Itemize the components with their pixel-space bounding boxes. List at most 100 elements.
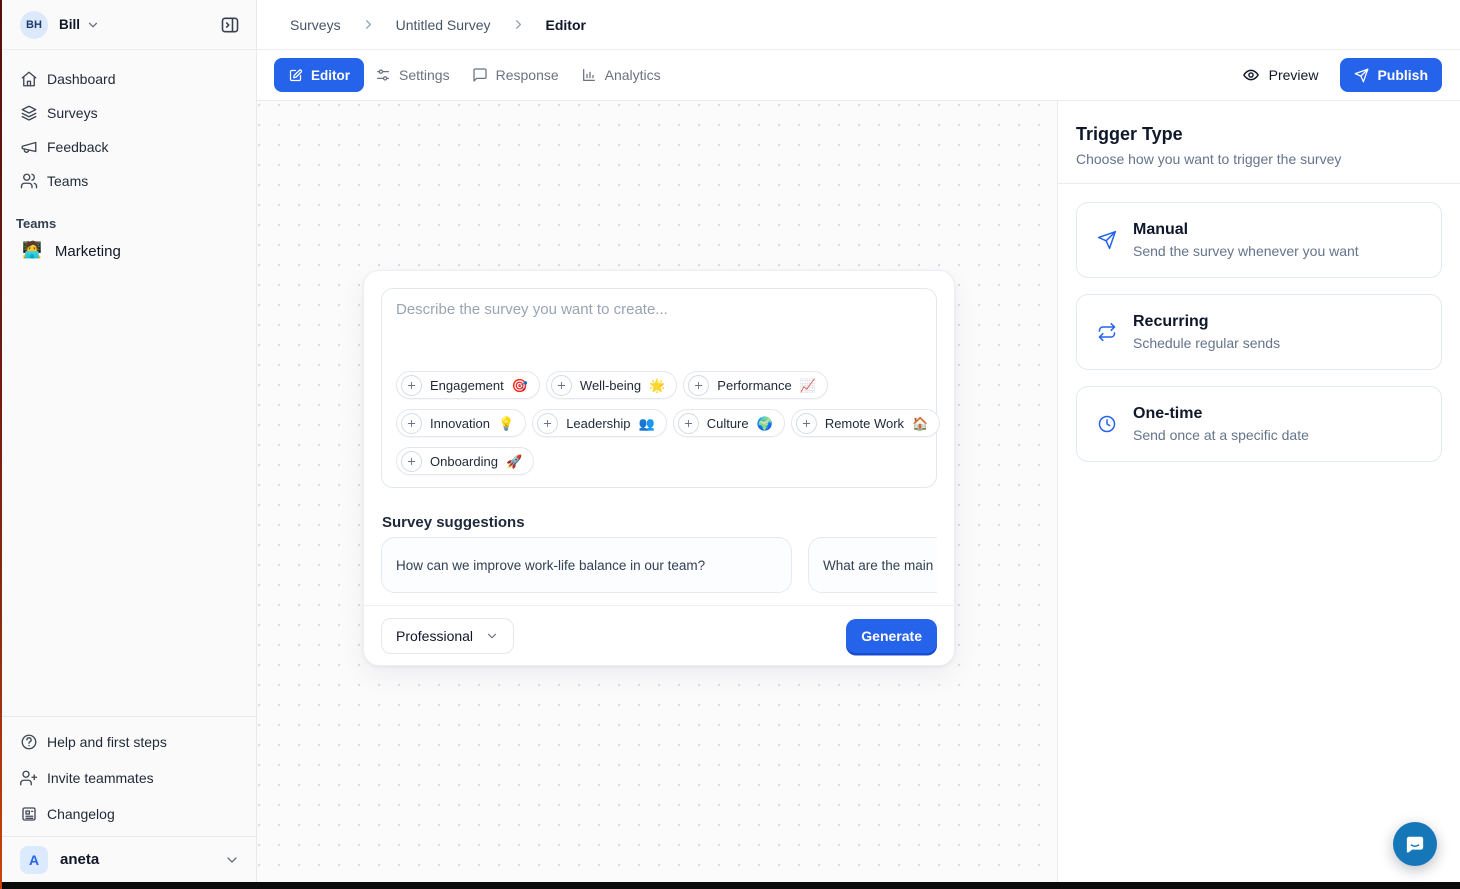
account-menu[interactable]: A aneta (0, 836, 256, 882)
tab-label: Analytics (605, 67, 661, 83)
tab-response[interactable]: Response (461, 58, 570, 92)
newspaper-icon (20, 805, 38, 823)
chip-label: Onboarding (430, 454, 498, 469)
publish-label: Publish (1377, 67, 1428, 83)
sidebar-item-label: Feedback (47, 139, 108, 155)
clock-icon (1097, 414, 1117, 434)
survey-prompt-input[interactable] (396, 301, 922, 351)
house-emoji-icon: 🏠 (912, 417, 928, 430)
tab-label: Editor (311, 68, 350, 83)
suggestion-text: What are the main ob (823, 558, 937, 573)
topic-chip-well-being[interactable]: Well-being 🌟 (546, 371, 677, 399)
chart-up-emoji-icon: 📈 (800, 379, 816, 392)
trigger-option-one-time[interactable]: One-time Send once at a specific date (1076, 386, 1442, 462)
chip-label: Engagement (430, 378, 504, 393)
sidebar-item-help[interactable]: Help and first steps (0, 724, 256, 760)
account-avatar: A (20, 846, 48, 874)
sidebar-item-feedback[interactable]: Feedback (0, 130, 256, 164)
sidebar: BH Bill Dashboard Surveys F (0, 0, 257, 882)
suggestion-text: How can we improve work-life balance in … (396, 558, 705, 573)
workspace-avatar: BH (20, 11, 48, 39)
trigger-description: Send once at a specific date (1133, 425, 1309, 445)
suggestions-row: How can we improve work-life balance in … (381, 537, 937, 593)
sidebar-item-surveys[interactable]: Surveys (0, 96, 256, 130)
preview-button[interactable]: Preview (1234, 60, 1327, 90)
bulb-emoji-icon: 💡 (498, 417, 514, 430)
topic-chip-leadership[interactable]: Leadership 👥 (532, 409, 667, 437)
sidebar-item-label: Help and first steps (47, 734, 167, 750)
workspace-switcher[interactable]: BH Bill (0, 0, 256, 50)
suggestions-title: Survey suggestions (382, 514, 936, 531)
topic-chip-onboarding[interactable]: Onboarding 🚀 (396, 447, 534, 475)
tab-label: Settings (399, 67, 450, 83)
generate-button[interactable]: Generate (846, 619, 937, 653)
trigger-option-recurring[interactable]: Recurring Schedule regular sends (1076, 294, 1442, 370)
repeat-icon (1097, 322, 1117, 342)
topic-chip-remote-work[interactable]: Remote Work 🏠 (791, 409, 940, 437)
sidebar-collapse-button[interactable] (217, 12, 243, 38)
sidebar-footer: Help and first steps Invite teammates Ch… (0, 716, 256, 882)
star-emoji-icon: 🌟 (649, 379, 665, 392)
users-icon (20, 172, 38, 190)
user-plus-icon (20, 769, 38, 787)
plus-circle-icon (551, 375, 572, 396)
chevron-right-icon (361, 17, 376, 32)
sidebar-item-dashboard[interactable]: Dashboard (0, 62, 256, 96)
sidebar-item-marketing[interactable]: 🧑‍💻 Marketing (0, 234, 256, 268)
sidebar-item-label: Changelog (47, 806, 115, 822)
topic-chip-engagement[interactable]: Engagement 🎯 (396, 371, 540, 399)
chip-label: Remote Work (825, 416, 904, 431)
topic-chip-culture[interactable]: Culture 🌍 (673, 409, 785, 437)
tab-editor[interactable]: Editor (274, 58, 364, 92)
suggestion-card[interactable]: How can we improve work-life balance in … (381, 537, 792, 593)
sidebar-item-changelog[interactable]: Changelog (0, 796, 256, 832)
send-icon (1354, 68, 1369, 83)
tab-analytics[interactable]: Analytics (570, 58, 672, 92)
target-emoji-icon: 🎯 (512, 379, 528, 392)
sidebar-item-teams[interactable]: Teams (0, 164, 256, 198)
sidebar-item-invite-teammates[interactable]: Invite teammates (0, 760, 256, 796)
chip-label: Leadership (566, 416, 630, 431)
globe-emoji-icon: 🌍 (757, 417, 773, 430)
chip-label: Culture (707, 416, 749, 431)
panel-header: Trigger Type Choose how you want to trig… (1058, 101, 1460, 184)
account-name: aneta (60, 851, 99, 868)
trigger-type-panel: Trigger Type Choose how you want to trig… (1057, 101, 1460, 882)
sidebar-item-label: Teams (47, 173, 88, 189)
panel-subtitle: Choose how you want to trigger the surve… (1076, 151, 1442, 168)
tab-settings[interactable]: Settings (364, 58, 461, 92)
trigger-option-manual[interactable]: Manual Send the survey whenever you want (1076, 202, 1442, 278)
chat-launcher-button[interactable] (1393, 822, 1437, 866)
breadcrumb-untitled-survey[interactable]: Untitled Survey (396, 17, 491, 33)
survey-prompt-box: Engagement 🎯 Well-being 🌟 Performance 📈 (381, 288, 937, 488)
chip-row: Engagement 🎯 Well-being 🌟 Performance 📈 (396, 371, 922, 399)
editor-toolbar: Editor Settings Response Analytics Previ… (257, 50, 1460, 101)
sidebar-nav: Dashboard Surveys Feedback Teams Teams 🧑… (0, 50, 256, 268)
sidebar-footer-nav: Help and first steps Invite teammates Ch… (0, 716, 256, 836)
toolbar-actions: Preview Publish (1234, 58, 1442, 92)
window-bottom-edge (0, 882, 1460, 889)
publish-button[interactable]: Publish (1340, 58, 1442, 92)
sliders-icon (375, 67, 391, 83)
chip-row: Innovation 💡 Leadership 👥 Culture 🌍 (396, 409, 922, 437)
technologist-emoji-icon: 🧑‍💻 (22, 243, 42, 259)
topic-chip-innovation[interactable]: Innovation 💡 (396, 409, 526, 437)
workspace-name: Bill (59, 17, 80, 32)
suggestion-card[interactable]: What are the main ob (808, 537, 937, 593)
trigger-title: Recurring (1133, 311, 1280, 333)
breadcrumb: Surveys Untitled Survey Editor (257, 0, 1460, 50)
tab-label: Response (496, 67, 559, 83)
trigger-options: Manual Send the survey whenever you want… (1058, 184, 1460, 462)
tone-select[interactable]: Professional (381, 618, 514, 654)
plus-circle-icon (678, 413, 699, 434)
breadcrumb-surveys[interactable]: Surveys (290, 17, 341, 33)
rocket-emoji-icon: 🚀 (506, 455, 522, 468)
breadcrumb-editor: Editor (546, 17, 586, 33)
message-square-icon (472, 67, 488, 83)
edit-icon (288, 68, 303, 83)
chat-bubble-icon (1403, 832, 1427, 856)
editor-canvas[interactable]: Engagement 🎯 Well-being 🌟 Performance 📈 (257, 101, 1057, 882)
topic-chip-performance[interactable]: Performance 📈 (683, 371, 828, 399)
tone-value: Professional (396, 628, 473, 644)
chevron-down-icon (224, 852, 240, 868)
